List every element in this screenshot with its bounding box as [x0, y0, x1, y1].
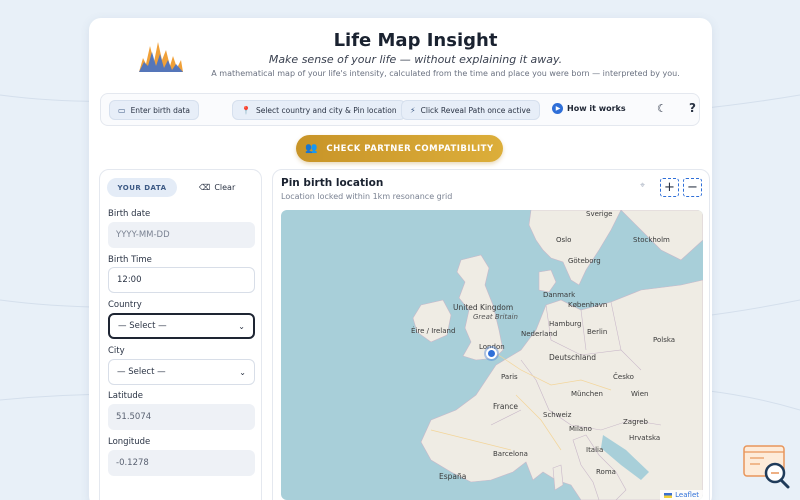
ukraine-flag-icon — [664, 492, 673, 498]
map-label: Éire / Ireland — [411, 327, 456, 335]
birth-time-label: Birth Time — [108, 255, 152, 265]
birth-data-panel: YOUR DATA ⌫ Clear Birth date YYYY-MM-DD … — [99, 169, 262, 500]
longitude-field: -0.1278 — [108, 450, 255, 476]
map-subtitle: Location locked within 1km resonance gri… — [281, 192, 453, 201]
birth-time-input[interactable]: 12:00 — [108, 267, 255, 293]
map-label: United Kingdom — [453, 303, 514, 312]
crosshair-icon[interactable]: ⌖ — [640, 181, 645, 191]
map-label: Berlin — [587, 328, 608, 336]
main-card: Life Map Insight Make sense of your life… — [89, 18, 712, 500]
page-subtitle: A mathematical map of your life's intens… — [211, 69, 680, 78]
users-icon: 👥 — [305, 143, 319, 154]
leaflet-map[interactable]: Sverige Oslo Stockholm Göteborg Danmark … — [281, 210, 703, 500]
birth-date-input[interactable]: YYYY-MM-DD — [108, 222, 255, 248]
map-label: Wien — [631, 390, 649, 398]
map-panel: Pin birth location Location locked withi… — [272, 169, 710, 500]
longitude-label: Longitude — [108, 437, 151, 447]
map-label: Barcelona — [493, 450, 528, 458]
country-select[interactable]: — Select — ⌄ — [108, 313, 255, 339]
map-label: Polska — [653, 336, 676, 344]
map-label: Paris — [501, 373, 518, 381]
map-label: Stockholm — [633, 236, 670, 244]
map-label: Oslo — [556, 236, 572, 244]
map-label: España — [439, 472, 467, 481]
map-attribution[interactable]: Leaflet — [660, 490, 703, 500]
eraser-icon: ⌫ — [199, 183, 211, 192]
map-label: Italia — [586, 446, 604, 454]
map-label: Danmark — [543, 291, 576, 299]
step-select-location[interactable]: 📍 Select country and city & Pin location — [232, 100, 406, 120]
how-it-works-button[interactable]: ▶ How it works — [552, 103, 626, 114]
calendar-icon: ▭ — [118, 105, 126, 115]
map-label: Roma — [596, 468, 616, 476]
pin-icon: 📍 — [241, 105, 251, 115]
location-marker[interactable] — [486, 348, 497, 359]
help-button[interactable]: ? — [689, 101, 696, 115]
chevron-down-icon: ⌄ — [239, 367, 246, 377]
panel-tabs: YOUR DATA ⌫ Clear — [107, 178, 235, 197]
step-enter-birth-data[interactable]: ▭ Enter birth data — [109, 100, 199, 120]
steps-bar: ▭ Enter birth data 📍 Select country and … — [100, 93, 700, 126]
map-label: Hrvatska — [629, 434, 661, 442]
tab-your-data[interactable]: YOUR DATA — [107, 178, 177, 197]
dark-mode-toggle-moon-icon[interactable]: ☾ — [657, 102, 667, 115]
map-label: Česko — [613, 373, 634, 381]
map-label: Göteborg — [568, 257, 601, 265]
city-label: City — [108, 346, 125, 356]
map-label: München — [571, 390, 603, 398]
map-label: Hamburg — [549, 320, 582, 328]
map-label: Milano — [569, 425, 592, 433]
latitude-label: Latitude — [108, 391, 143, 401]
country-label: Country — [108, 300, 142, 310]
map-label: København — [568, 301, 608, 309]
clear-button[interactable]: ⌫ Clear — [199, 183, 235, 192]
play-icon: ▶ — [552, 103, 563, 114]
map-label: Great Britain — [473, 313, 518, 321]
map-label: Sverige — [586, 210, 613, 218]
map-label: Nederland — [521, 330, 558, 338]
latitude-field: 51.5074 — [108, 404, 255, 430]
map-title: Pin birth location — [281, 177, 384, 189]
search-window-icon — [743, 445, 790, 489]
bolt-icon: ⚡ — [410, 105, 416, 115]
step-reveal-path[interactable]: ⚡ Click Reveal Path once active — [401, 100, 540, 120]
map-label: Deutschland — [549, 353, 597, 362]
check-partner-compatibility-button[interactable]: 👥 CHECK PARTNER COMPATIBILITY — [296, 135, 503, 162]
page-tagline: Make sense of your life — without explai… — [268, 53, 563, 66]
map-label: Schweiz — [543, 411, 572, 419]
birth-date-label: Birth date — [108, 209, 151, 219]
city-select[interactable]: — Select — ⌄ — [108, 359, 255, 385]
zoom-in-button[interactable]: + — [660, 178, 679, 197]
page-title: Life Map Insight — [333, 30, 498, 51]
zoom-out-button[interactable]: − — [683, 178, 702, 197]
chevron-down-icon: ⌄ — [238, 321, 245, 331]
map-label: France — [493, 402, 518, 411]
map-label: Zagreb — [623, 418, 649, 426]
